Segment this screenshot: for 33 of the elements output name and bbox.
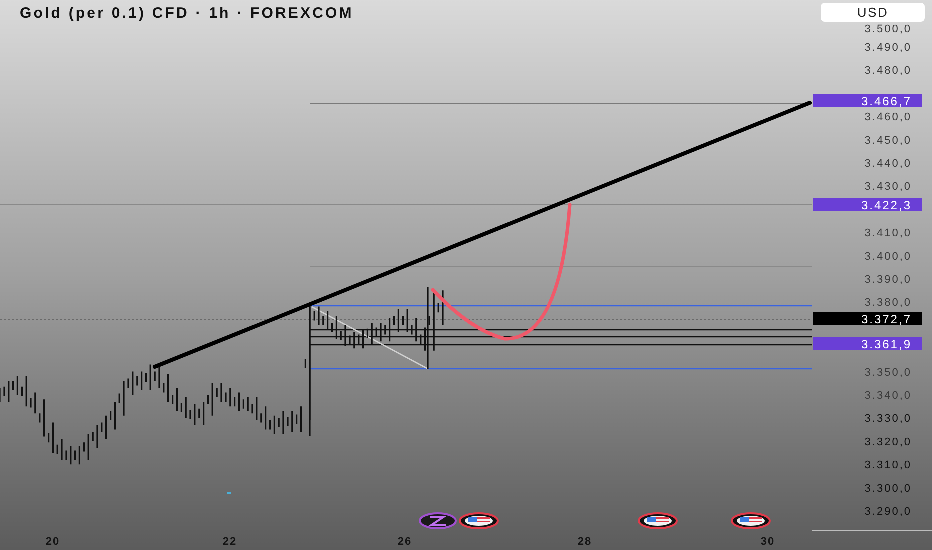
flag-event-icon[interactable] [731,512,771,530]
currency-button[interactable]: USD [821,3,925,22]
flag-event-icon[interactable] [638,512,678,530]
flag-event-icon[interactable] [459,512,499,530]
price-tick-label: 3.340,0 [864,390,912,402]
price-tick-label: 3.300,0 [864,482,912,495]
marker [227,492,231,494]
price-tick-label: 3.400,0 [864,250,912,263]
price-tick-label: 3.310,0 [864,460,912,472]
price-tick-label: 3.290,0 [864,506,912,518]
price-tick-label: 3.410,0 [864,228,912,240]
price-tick-label: 3.390,0 [864,274,912,286]
price-label: 3.361,9 [861,338,912,352]
price-label: 3.466,7 [861,94,912,108]
price-tick-label: 3.460,0 [864,112,912,124]
price-tick-label: 3.380,0 [864,297,912,310]
price-tick-label: 3.320,0 [864,436,912,448]
price-tick-label: 3.500,0 [864,23,912,36]
price-tick-label: 3.440,0 [864,158,912,170]
price-tick-label: 3.450,0 [864,134,912,147]
price-tick-label: 3.490,0 [864,42,912,54]
price-tick-label: 3.350,0 [864,366,912,379]
date-tick-label: 22 [222,536,238,548]
date-tick-label: 20 [46,536,60,548]
chart-title: Gold (per 0.1) CFD · 1h · FOREXCOM [20,4,354,24]
price-label: 3.372,7 [861,312,912,326]
price-label: 3.422,3 [861,198,912,212]
date-tick-label: 26 [398,536,412,548]
price-tick-label: 3.480,0 [864,65,912,78]
price-tick-label: 3.330,0 [864,413,912,426]
price-tick-label: 3.430,0 [864,181,912,194]
date-tick-label: 28 [578,536,592,548]
date-tick-label: 30 [760,536,776,548]
